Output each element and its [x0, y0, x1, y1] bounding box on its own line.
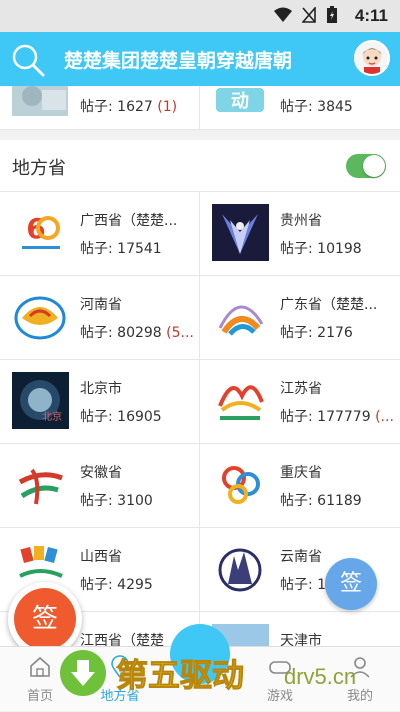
province-item[interactable]: 重庆省 帖子: 61189	[200, 444, 400, 528]
post-count: 帖子: 4295	[80, 577, 153, 593]
beijing-logo-icon: 北京	[12, 372, 69, 429]
board-item[interactable]: 动 帖子: 3845	[200, 86, 400, 130]
jiangsu-logo-icon	[212, 372, 269, 429]
avatar[interactable]	[354, 40, 390, 76]
province-name: 安徽省	[80, 465, 122, 481]
wifi-icon	[274, 7, 292, 22]
post-count: 帖子: 16905	[80, 409, 162, 425]
post-count: 帖子: 10198	[280, 241, 362, 257]
province-item[interactable]: 安徽省 帖子: 3100	[0, 444, 200, 528]
board-thumbnail	[12, 86, 68, 116]
no-signal-icon	[302, 7, 316, 23]
province-name: 天津市	[280, 633, 322, 646]
post-count: 帖子: 80298 (5...	[80, 325, 194, 341]
province-name: 山西省	[80, 549, 122, 565]
guangxi-logo-icon: 6	[12, 204, 69, 261]
province-name: 江苏省	[280, 381, 322, 397]
post-count: 帖子: 17541	[80, 241, 162, 257]
download-arrow-icon	[60, 650, 106, 696]
province-item[interactable]: 天津市	[200, 612, 400, 646]
sign-in-float-button[interactable]: 签	[325, 558, 377, 610]
anhui-logo-icon	[12, 456, 69, 513]
watermark-text: 第五驱动	[115, 656, 245, 695]
post-count: 帖子: 1627 (1)	[80, 99, 178, 115]
province-name: 广西省（楚楚...	[80, 213, 178, 229]
svg-text:动: 动	[231, 91, 249, 112]
watermark-url: drv5.cn	[284, 664, 357, 689]
status-time: 4:11	[354, 6, 388, 25]
svg-text:北京: 北京	[42, 410, 62, 423]
henan-logo-icon	[12, 288, 69, 345]
sign-in-button[interactable]: 签	[8, 582, 82, 656]
province-name: 重庆省	[280, 465, 322, 481]
board-item[interactable]: 帖子: 1627 (1)	[0, 86, 200, 130]
search-icon[interactable]	[10, 42, 46, 78]
toggle-knob	[363, 155, 385, 177]
province-item[interactable]: 贵州省 帖子: 10198	[200, 192, 400, 276]
svg-text:6: 6	[26, 212, 45, 245]
watermark: 第五驱动 drv5.cn	[60, 650, 400, 700]
province-item[interactable]: 河南省 帖子: 80298 (5...	[0, 276, 200, 360]
province-name: 北京市	[80, 381, 122, 397]
chongqing-logo-icon	[212, 456, 269, 513]
province-item[interactable]: 北京 北京市 帖子: 16905	[0, 360, 200, 444]
home-icon	[30, 656, 50, 677]
post-count: 帖子: 177779 (...	[280, 409, 394, 425]
status-bar: 4:11	[0, 0, 400, 32]
post-count: 帖子: 3100	[80, 493, 153, 509]
post-count: 帖子: 2176	[280, 325, 353, 341]
post-count: 帖子: 3845	[280, 99, 353, 115]
section-title: 地方省	[12, 158, 66, 179]
app-header: 楚楚集团楚楚皇朝穿越唐朝	[0, 32, 400, 86]
battery-icon	[327, 6, 337, 23]
guizhou-logo-icon	[212, 204, 269, 261]
post-count: 帖子: 61189	[280, 493, 362, 509]
section-header: 地方省	[0, 140, 400, 192]
province-item[interactable]: 广东省（楚楚... 帖子: 2176	[200, 276, 400, 360]
province-name: 贵州省	[280, 213, 322, 229]
province-name: 河南省	[80, 297, 122, 313]
top-board-row: 帖子: 1627 (1) 动 帖子: 3845	[0, 86, 400, 130]
sign-in-label: 签	[14, 588, 76, 650]
guangdong-logo-icon	[212, 288, 269, 345]
page-title: 楚楚集团楚楚皇朝穿越唐朝	[64, 50, 293, 72]
section-toggle[interactable]	[346, 154, 386, 178]
status-icons	[274, 6, 338, 24]
yunnan-logo-icon	[212, 540, 269, 597]
province-item[interactable]: 江苏省 帖子: 177779 (...	[200, 360, 400, 444]
province-item[interactable]: 6 广西省（楚楚... 帖子: 17541	[0, 192, 200, 276]
board-thumbnail: 动	[212, 86, 268, 116]
province-name: 广东省（楚楚...	[280, 297, 378, 313]
